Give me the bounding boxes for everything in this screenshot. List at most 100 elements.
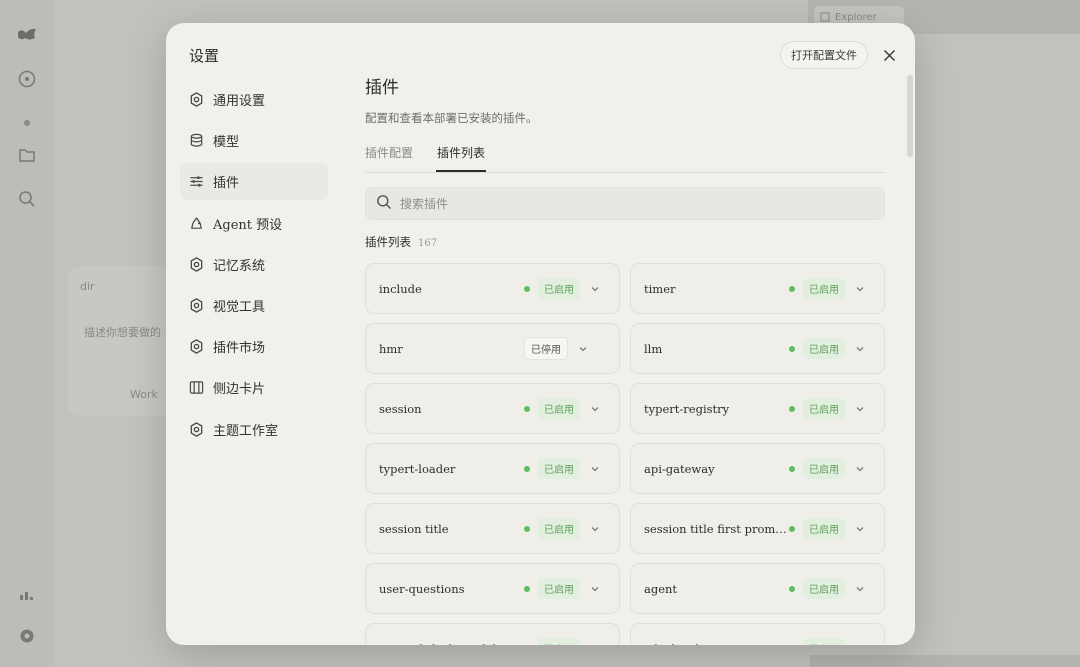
plugin-card[interactable]: api-gateway 已启用 — [630, 443, 885, 494]
nav-label: 侧边卡片 — [213, 382, 266, 398]
status-dot — [789, 525, 795, 532]
nav-item-memory[interactable]: 记忆系统 — [180, 246, 328, 283]
plugin-name: llm — [644, 341, 663, 356]
plugin-card[interactable]: hmr 已停用 — [365, 323, 620, 374]
chevron-down-icon[interactable] — [854, 583, 866, 595]
plugin-card[interactable]: include 已启用 — [365, 263, 620, 314]
plugin-card[interactable]: session 已启用 — [365, 383, 620, 434]
gear-icon — [188, 92, 204, 108]
plugin-card[interactable]: typert-registry 已启用 — [630, 383, 885, 434]
nav-item-theme-studio[interactable]: 主题工作室 — [180, 411, 328, 448]
plugin-card[interactable]: typert-loader 已启用 — [365, 443, 620, 494]
plugin-list-header: 插件列表 167 — [365, 234, 885, 250]
sliders-icon — [188, 174, 204, 190]
chevron-down-icon[interactable] — [589, 463, 601, 475]
chevron-down-icon[interactable] — [854, 523, 866, 535]
nav-item-side-cards[interactable]: 侧边卡片 — [180, 369, 328, 406]
nav-item-vision-tools[interactable]: 视觉工具 — [180, 287, 328, 324]
work-chip[interactable]: Work — [130, 388, 158, 401]
status-dot — [789, 585, 795, 592]
dir-chip[interactable]: dir — [80, 280, 95, 293]
chevron-down-icon[interactable] — [854, 463, 866, 475]
new-chat-icon[interactable] — [16, 68, 38, 90]
tab-plugin-list[interactable]: 插件列表 — [436, 144, 487, 172]
plugins-panel: 插件 配置和查看本部署已安装的插件。 插件配置 插件列表 插件列表 167 in… — [365, 73, 885, 645]
status-badge: 已启用 — [803, 638, 845, 645]
tab-explorer-label: Explorer — [835, 11, 877, 23]
gear-icon — [188, 256, 204, 272]
plugin-name: api-gateway — [644, 461, 715, 476]
chart-icon[interactable] — [16, 584, 38, 606]
modal-scrollbar[interactable] — [907, 75, 913, 157]
plugin-card[interactable]: timer 已启用 — [630, 263, 885, 314]
nav-item-plugin-market[interactable]: 插件市场 — [180, 328, 328, 365]
settings-nav: 通用设置 模型 插件 Agent 预设 记忆系统 视觉工具 插件市场 侧边卡片 … — [180, 81, 328, 452]
plugin-name: agent — [644, 581, 678, 596]
close-icon[interactable] — [879, 45, 899, 65]
gear-icon — [188, 421, 204, 437]
plugin-card[interactable]: llm 已启用 — [630, 323, 885, 374]
status-badge: 已启用 — [538, 278, 580, 299]
chevron-down-icon[interactable] — [854, 343, 866, 355]
plugin-tabs: 插件配置 插件列表 — [365, 144, 885, 173]
nav-label: 主题工作室 — [213, 423, 279, 439]
database-icon — [188, 133, 204, 149]
search-icon[interactable] — [16, 188, 38, 210]
status-badge: 已启用 — [538, 398, 580, 419]
plugin-card[interactable]: session title 已启用 — [365, 503, 620, 554]
plugin-name: include — [379, 281, 422, 296]
plugin-name: timer — [644, 281, 676, 296]
nav-label: 插件 — [213, 176, 240, 192]
chevron-down-icon[interactable] — [854, 283, 866, 295]
plugin-card[interactable]: jobs-local 已启用 — [630, 623, 885, 645]
status-badge: 已启用 — [538, 458, 580, 479]
open-config-file-button[interactable]: 打开配置文件 — [780, 41, 868, 69]
plugin-name: user-questions — [379, 581, 465, 596]
search-input[interactable] — [400, 196, 860, 211]
chevron-down-icon[interactable] — [577, 343, 589, 355]
nav-label: 记忆系统 — [213, 258, 266, 274]
nav-label: 通用设置 — [213, 94, 266, 109]
status-badge: 已启用 — [538, 578, 580, 599]
status-dot — [789, 465, 795, 472]
nav-item-models[interactable]: 模型 — [180, 122, 328, 159]
chevron-down-icon[interactable] — [854, 403, 866, 415]
plugin-name: agent-default-model — [379, 642, 524, 646]
nav-label: 视觉工具 — [213, 299, 266, 315]
plugin-name: typert-registry — [644, 401, 730, 416]
plugin-card[interactable]: agent-default-model 已启用 — [365, 623, 620, 645]
status-badge: 已启用 — [803, 518, 845, 539]
plugin-card[interactable]: session title first promp… 已启用 — [630, 503, 885, 554]
plugin-search[interactable] — [365, 187, 885, 220]
chevron-down-icon[interactable] — [589, 283, 601, 295]
recycle-icon — [188, 215, 204, 231]
status-dot — [789, 345, 795, 352]
status-badge: 已启用 — [803, 278, 845, 299]
chevron-down-icon[interactable] — [589, 643, 601, 646]
nav-item-plugins[interactable]: 插件 — [180, 163, 328, 201]
nav-label: 模型 — [213, 135, 240, 151]
search-icon — [376, 194, 392, 214]
file-icon — [820, 12, 830, 22]
nav-item-general[interactable]: 通用设置 — [180, 81, 328, 118]
page-description: 配置和查看本部署已安装的插件。 — [365, 111, 538, 125]
panel-icon — [188, 380, 204, 396]
app-logo-icon — [16, 24, 38, 46]
chevron-down-icon[interactable] — [589, 523, 601, 535]
plugin-card[interactable]: user-questions 已启用 — [365, 563, 620, 614]
chevron-down-icon[interactable] — [854, 643, 866, 646]
status-dot — [789, 405, 795, 412]
chevron-down-icon[interactable] — [589, 403, 601, 415]
status-dot — [524, 405, 530, 412]
status-dot — [524, 465, 530, 472]
plugin-card[interactable]: agent 已启用 — [630, 563, 885, 614]
settings-icon[interactable] — [16, 625, 38, 647]
nav-item-agent-presets[interactable]: Agent 预设 — [180, 205, 328, 242]
folder-icon[interactable] — [16, 144, 38, 166]
chevron-down-icon[interactable] — [589, 583, 601, 595]
status-strip — [810, 655, 1080, 667]
plugin-name: session — [379, 401, 422, 416]
plugin-grid: include 已启用 timer 已启用 hmr 已停用 llm 已启用 session 已启用… — [365, 263, 885, 645]
status-dot — [524, 525, 530, 532]
tab-plugin-config[interactable]: 插件配置 — [365, 144, 413, 172]
